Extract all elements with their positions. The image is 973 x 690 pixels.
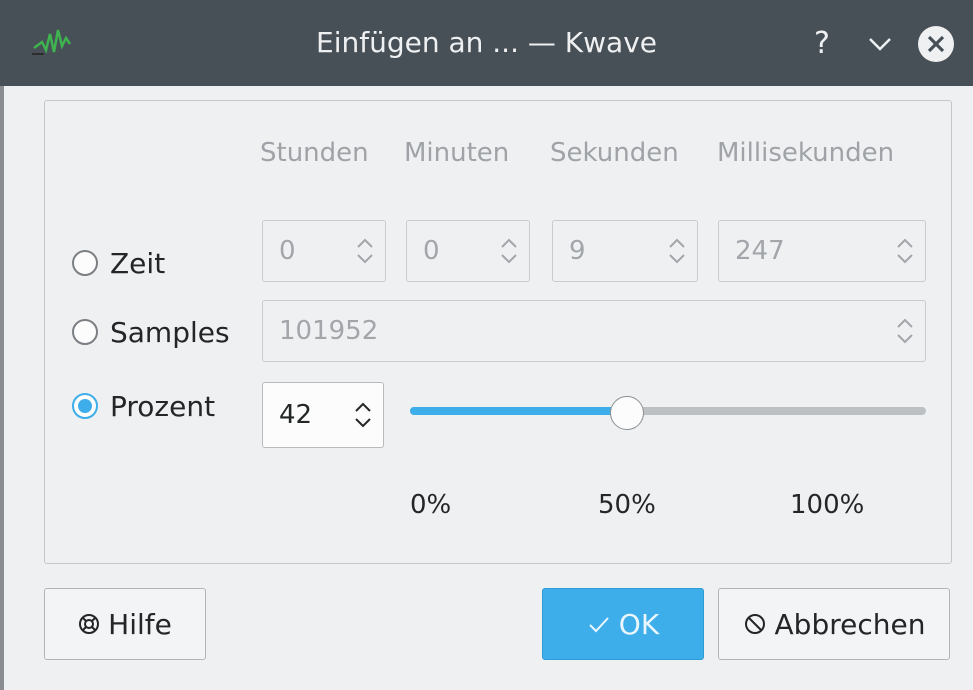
- lifebuoy-icon: [78, 613, 100, 635]
- column-header-minutes: Minuten: [404, 138, 510, 168]
- samples-spinbox[interactable]: 101952: [262, 300, 926, 362]
- slider-tick-100: 100%: [790, 490, 865, 520]
- radio-samples[interactable]: Samples: [72, 312, 230, 352]
- title-bar: Einfügen an ... — Kwave ?: [0, 0, 973, 86]
- samples-value: 101952: [279, 316, 379, 346]
- slider-tick-50: 50%: [598, 490, 656, 520]
- milliseconds-spinbox[interactable]: 247: [718, 220, 926, 282]
- help-icon[interactable]: ?: [800, 22, 844, 66]
- column-header-hours: Stunden: [260, 138, 369, 168]
- window-left-edge: [0, 86, 4, 690]
- hours-value: 0: [279, 236, 296, 266]
- radio-samples-indicator[interactable]: [72, 319, 98, 345]
- seconds-spinbox[interactable]: 9: [552, 220, 698, 282]
- minutes-value: 0: [423, 236, 440, 266]
- ok-button-label: OK: [618, 607, 660, 641]
- help-button-label: Hilfe: [108, 607, 172, 641]
- ok-button[interactable]: OK: [542, 588, 704, 660]
- chevron-down-icon[interactable]: [858, 22, 902, 66]
- cancel-button[interactable]: Abbrechen: [718, 588, 950, 660]
- checkmark-icon: [587, 613, 611, 635]
- percent-slider-track[interactable]: [410, 407, 926, 415]
- percent-slider-handle[interactable]: [609, 396, 644, 430]
- percent-spinbox[interactable]: 42: [262, 382, 384, 448]
- radio-time[interactable]: Zeit: [72, 243, 165, 283]
- hours-spinbox[interactable]: 0: [262, 220, 386, 282]
- slider-tick-0: 0%: [410, 490, 452, 520]
- spin-arrows-icon[interactable]: [895, 234, 915, 268]
- minutes-spinbox[interactable]: 0: [406, 220, 530, 282]
- cancel-icon: [743, 612, 767, 636]
- seconds-value: 9: [569, 236, 586, 266]
- spin-arrows-icon[interactable]: [355, 234, 375, 268]
- spin-arrows-icon[interactable]: [499, 234, 519, 268]
- column-header-milliseconds: Millisekunden: [717, 138, 895, 168]
- cancel-button-label: Abbrechen: [774, 607, 926, 641]
- radio-percent-indicator[interactable]: [72, 393, 98, 419]
- radio-percent[interactable]: Prozent: [72, 386, 215, 426]
- spin-arrows-icon[interactable]: [353, 398, 373, 432]
- percent-slider-fill: [410, 407, 627, 415]
- milliseconds-value: 247: [735, 236, 785, 266]
- close-icon[interactable]: [914, 22, 958, 66]
- radio-percent-label: Prozent: [110, 389, 216, 423]
- percent-value: 42: [279, 400, 313, 430]
- column-header-seconds: Sekunden: [550, 138, 679, 168]
- spin-arrows-icon[interactable]: [667, 234, 687, 268]
- radio-samples-label: Samples: [110, 315, 230, 349]
- help-button[interactable]: Hilfe: [44, 588, 206, 660]
- spin-arrows-icon[interactable]: [895, 314, 915, 348]
- radio-time-indicator[interactable]: [72, 250, 98, 276]
- radio-time-label: Zeit: [110, 246, 166, 280]
